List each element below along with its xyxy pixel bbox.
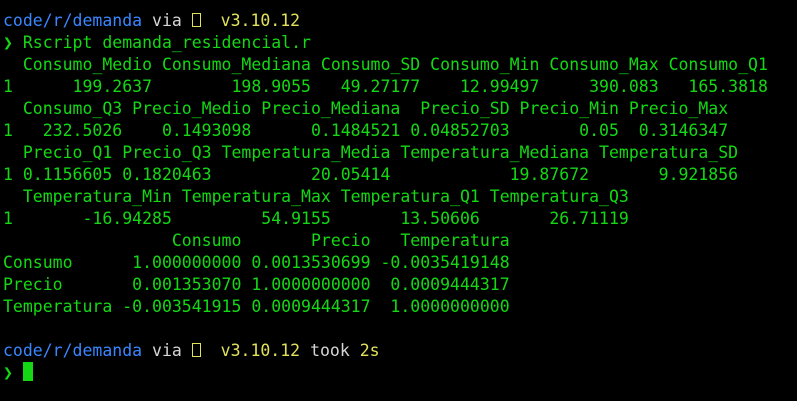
input-line[interactable]: ❯ — [3, 362, 795, 384]
output-line: 1 0.1156605 0.1820463 20.05414 19.87672 … — [3, 165, 739, 184]
output-line: Consumo 1.000000000 0.0013530699 -0.0035… — [3, 253, 510, 272]
prompt-line: code/r/demanda via v3.10.12 — [3, 10, 795, 32]
prompt-symbol: ❯ — [3, 33, 13, 52]
output-line: Temperatura_Min Temperatura_Max Temperat… — [3, 187, 629, 206]
prompt-took: took — [310, 341, 350, 360]
output-line: Consumo_Medio Consumo_Mediana Consumo_SD… — [3, 55, 768, 74]
r-language-icon — [191, 343, 201, 357]
output-line: 1 -16.94285 54.9155 13.50606 26.71119 — [3, 209, 629, 228]
r-language-icon — [191, 13, 201, 27]
prompt-via: via — [152, 341, 182, 360]
output-line: Consumo_Q3 Precio_Medio Precio_Mediana P… — [3, 99, 729, 118]
prompt-line: code/r/demanda via v3.10.12 took 2s — [3, 340, 795, 362]
command-text: Rscript demanda_residencial.r — [22, 33, 311, 52]
prompt-duration: 2s — [359, 341, 380, 360]
terminal[interactable]: code/r/demanda via v3.10.12 ❯ Rscript de… — [3, 10, 795, 384]
output-line: 1 199.2637 198.9055 49.27177 12.99497 39… — [3, 77, 768, 96]
prompt-path: code/r/demanda — [3, 11, 143, 30]
output-line: Temperatura -0.003541915 0.0009444317 1.… — [3, 297, 510, 316]
prompt-symbol: ❯ — [3, 363, 13, 382]
output-line: Precio_Q1 Precio_Q3 Temperatura_Media Te… — [3, 143, 739, 162]
prompt-via: via — [152, 11, 182, 30]
output-line: Precio 0.001353070 1.0000000000 0.000944… — [3, 275, 510, 294]
prompt-version: v3.10.12 — [220, 11, 301, 30]
output-line: Consumo Precio Temperatura — [3, 231, 510, 250]
command-line: ❯ Rscript demanda_residencial.r — [3, 32, 795, 54]
prompt-path: code/r/demanda — [3, 341, 143, 360]
prompt-version: v3.10.12 — [220, 341, 301, 360]
output-line: 1 232.5026 0.1493098 0.1484521 0.0485270… — [3, 121, 729, 140]
text-cursor[interactable] — [22, 362, 33, 381]
